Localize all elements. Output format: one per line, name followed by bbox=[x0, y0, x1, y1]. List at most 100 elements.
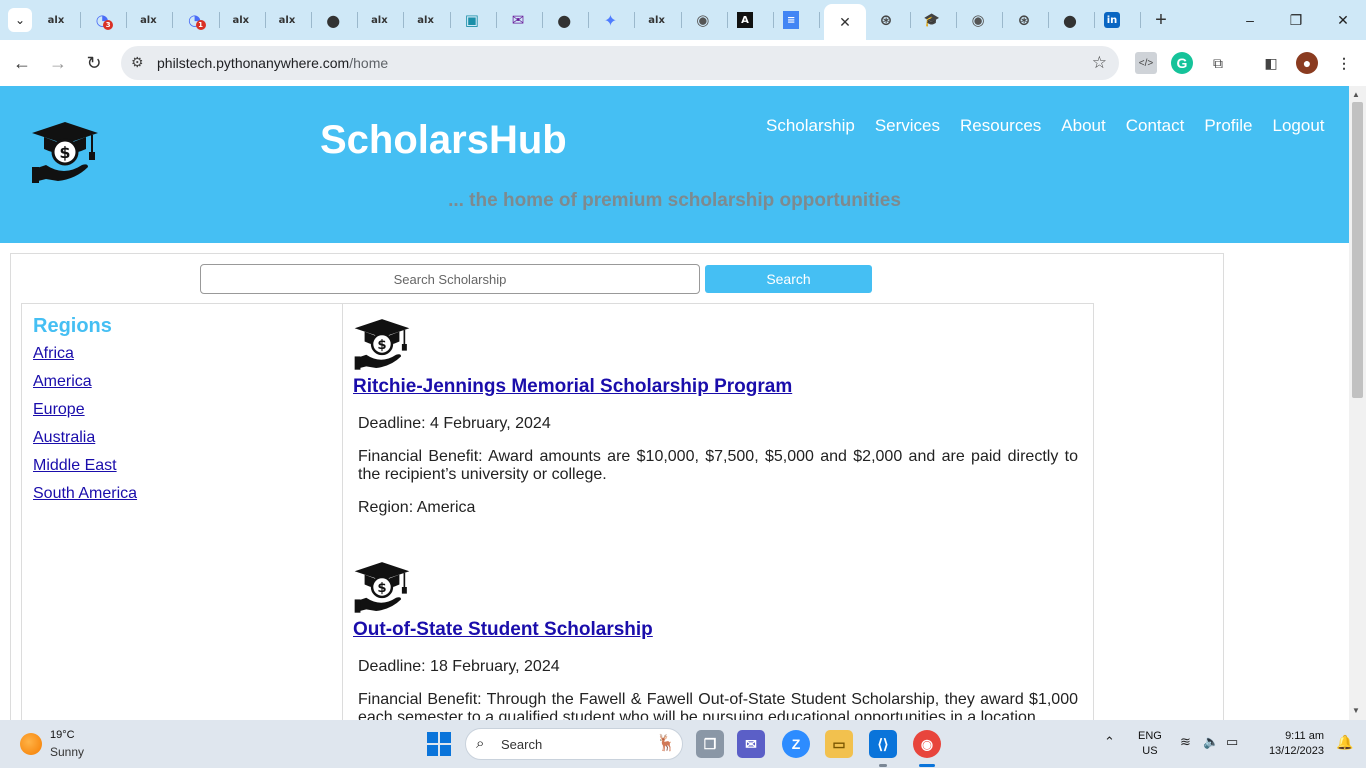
region-link-europe[interactable]: Europe bbox=[33, 401, 85, 418]
scholarship-title-link[interactable]: Out-of-State Student Scholarship bbox=[353, 619, 1083, 641]
active-tab[interactable]: ✕ bbox=[824, 4, 866, 40]
battery-icon[interactable]: ▭ bbox=[1226, 734, 1238, 750]
system-clock[interactable]: 9:11 am 13/12/2023 bbox=[1256, 729, 1324, 759]
gemini-icon[interactable]: ✦ bbox=[598, 8, 622, 32]
weather-sun-icon[interactable] bbox=[20, 733, 42, 755]
scroll-down-icon[interactable]: ▼ bbox=[1352, 706, 1360, 715]
chrome-active-indicator bbox=[919, 764, 935, 767]
github-icon[interactable]: ● bbox=[321, 8, 345, 32]
back-button[interactable]: ← bbox=[10, 51, 34, 75]
devtools-extension-icon[interactable]: </> bbox=[1135, 52, 1157, 74]
region-link-africa[interactable]: Africa bbox=[33, 345, 74, 362]
tab-search-menu-button[interactable]: ⌄ bbox=[8, 8, 32, 32]
chrome-icon[interactable]: ◉ bbox=[913, 730, 941, 758]
main-nav: Scholarship Services Resources About Con… bbox=[766, 116, 1325, 136]
start-windows-icon[interactable] bbox=[427, 732, 451, 756]
scholarship-cap-icon: $ bbox=[354, 562, 410, 613]
close-window-button[interactable]: ✕ bbox=[1331, 8, 1355, 32]
reload-button[interactable]: ↻ bbox=[82, 51, 106, 75]
gmail-badge-icon[interactable]: ◔ 1 bbox=[183, 8, 207, 32]
tab-separator bbox=[1002, 12, 1003, 28]
page-scrollbar[interactable]: ▲ ▼ bbox=[1349, 86, 1366, 720]
side-panel-icon[interactable]: ◧ bbox=[1260, 52, 1282, 74]
alx-icon[interactable]: alx bbox=[44, 8, 68, 32]
a-icon[interactable]: A bbox=[737, 12, 753, 28]
file-explorer-icon[interactable]: ▭ bbox=[825, 730, 853, 758]
linkedin-icon[interactable]: in bbox=[1104, 12, 1120, 28]
minimize-button[interactable]: – bbox=[1238, 8, 1262, 32]
show-hidden-icons-chevron-icon[interactable]: ⌃ bbox=[1104, 734, 1115, 750]
search-scholarship-input[interactable] bbox=[200, 264, 700, 294]
scholarship-card: $ Out-of-State Student Scholarship Deadl… bbox=[353, 559, 1083, 720]
nav-about[interactable]: About bbox=[1061, 116, 1105, 136]
input-language[interactable]: ENG US bbox=[1138, 729, 1162, 759]
tab-separator bbox=[403, 12, 405, 28]
region-link-south-america[interactable]: South America bbox=[33, 485, 137, 502]
cc-icon[interactable]: ◉ bbox=[966, 8, 990, 32]
wifi-icon[interactable]: ≋ bbox=[1180, 734, 1191, 750]
list-item: Australia bbox=[33, 429, 137, 457]
web-page: $ ScholarsHub Scholarship Services Resou… bbox=[0, 86, 1349, 720]
site-title: ScholarsHub bbox=[320, 118, 567, 162]
scroll-up-icon[interactable]: ▲ bbox=[1352, 90, 1360, 99]
docs-icon[interactable]: ≡ bbox=[783, 11, 800, 29]
alx-icon[interactable]: alx bbox=[136, 8, 160, 32]
weather-temperature[interactable]: 19°C bbox=[50, 729, 75, 741]
nav-profile[interactable]: Profile bbox=[1204, 116, 1252, 136]
openai-icon[interactable]: ⊛ bbox=[874, 8, 898, 32]
chrome-menu-icon[interactable]: ⋮ bbox=[1333, 52, 1355, 74]
list-item: America bbox=[33, 373, 137, 401]
volume-icon[interactable]: 🔈 bbox=[1203, 734, 1219, 750]
site-settings-icon[interactable]: ⚙ bbox=[131, 54, 144, 71]
alx-icon[interactable]: alx bbox=[275, 8, 299, 32]
restore-button[interactable]: ❐ bbox=[1284, 8, 1308, 32]
taskbar-search-label: Search bbox=[501, 737, 543, 752]
alx-icon[interactable]: alx bbox=[229, 8, 253, 32]
github-icon[interactable]: ● bbox=[552, 8, 576, 32]
zoom-icon[interactable]: Z bbox=[782, 730, 810, 758]
taskbar-search[interactable]: ⌕ Search 🦌 bbox=[465, 728, 683, 760]
weather-condition[interactable]: Sunny bbox=[50, 745, 84, 759]
search-button[interactable]: Search bbox=[705, 265, 872, 293]
mail-icon[interactable]: ✉ bbox=[506, 8, 530, 32]
region-link-australia[interactable]: Australia bbox=[33, 429, 95, 446]
nav-scholarship[interactable]: Scholarship bbox=[766, 116, 855, 136]
nav-contact[interactable]: Contact bbox=[1126, 116, 1185, 136]
url-path: /home bbox=[349, 55, 389, 71]
task-view-icon[interactable]: ❐ bbox=[696, 730, 724, 758]
scholarship-listing: $ Ritchie-Jennings Memorial Scholarship … bbox=[342, 303, 1094, 720]
list-item: Middle East bbox=[33, 457, 137, 485]
circle-icon[interactable]: ◉ bbox=[691, 8, 715, 32]
scrollbar-thumb[interactable] bbox=[1352, 102, 1363, 398]
regions-list: Africa America Europe Australia Middle E… bbox=[33, 345, 137, 513]
nav-services[interactable]: Services bbox=[875, 116, 940, 136]
close-tab-icon[interactable]: ✕ bbox=[839, 14, 851, 31]
alx-icon[interactable]: alx bbox=[414, 8, 438, 32]
region-link-middle-east[interactable]: Middle East bbox=[33, 457, 117, 474]
bookmark-star-icon[interactable]: ☆ bbox=[1092, 53, 1107, 73]
alx-icon[interactable]: alx bbox=[645, 8, 669, 32]
app-icon[interactable]: ▣ bbox=[460, 8, 484, 32]
list-item: South America bbox=[33, 485, 137, 513]
url-text[interactable]: philstech.pythonanywhere.com/home bbox=[157, 55, 388, 71]
grammarly-icon[interactable]: G bbox=[1171, 52, 1193, 74]
nav-resources[interactable]: Resources bbox=[960, 116, 1041, 136]
scholar-icon[interactable]: 🎓 bbox=[920, 8, 944, 32]
teams-chat-icon[interactable]: ✉ bbox=[737, 730, 765, 758]
extensions-puzzle-icon[interactable]: ⧉ bbox=[1207, 52, 1229, 74]
profile-avatar[interactable]: ● bbox=[1296, 52, 1318, 74]
address-bar[interactable]: ⚙ philstech.pythonanywhere.com/home ☆ bbox=[121, 46, 1119, 80]
scholarship-title-link[interactable]: Ritchie-Jennings Memorial Scholarship Pr… bbox=[353, 376, 1083, 398]
forward-button[interactable]: → bbox=[46, 51, 70, 75]
vscode-icon[interactable]: ⟨⟩ bbox=[869, 730, 897, 758]
github-icon[interactable]: ● bbox=[1058, 8, 1082, 32]
alx-icon[interactable]: alx bbox=[367, 8, 391, 32]
scholarship-benefit: Financial Benefit: Award amounts are $10… bbox=[358, 448, 1078, 483]
nav-logout[interactable]: Logout bbox=[1273, 116, 1325, 136]
clock-date: 13/12/2023 bbox=[1268, 745, 1324, 757]
notifications-bell-icon[interactable]: 🔔 bbox=[1336, 734, 1353, 751]
openai-icon[interactable]: ⊛ bbox=[1012, 8, 1036, 32]
region-link-america[interactable]: America bbox=[33, 373, 92, 390]
new-tab-button[interactable]: + bbox=[1150, 8, 1172, 32]
gmail-badge-icon[interactable]: ◔ 3 bbox=[90, 8, 114, 32]
